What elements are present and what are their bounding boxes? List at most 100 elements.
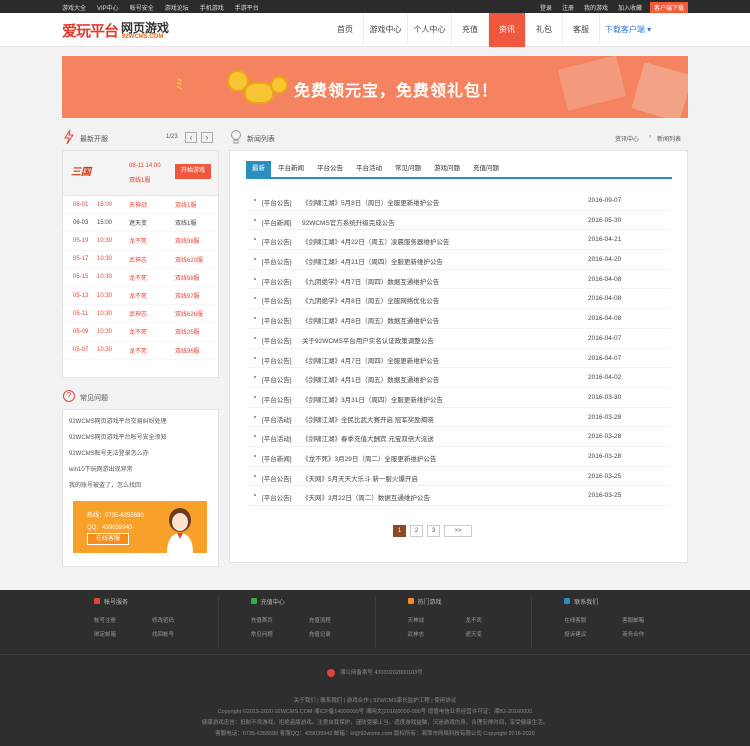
- footer-link[interactable]: 帐号注册: [94, 616, 116, 624]
- footer-link[interactable]: 武神志: [408, 630, 425, 638]
- nav-gifts[interactable]: 礼包: [526, 13, 563, 47]
- page-button[interactable]: 2: [410, 525, 423, 537]
- news-tab[interactable]: 平台公告: [311, 161, 349, 177]
- news-category[interactable]: [平台公告]: [262, 256, 292, 266]
- news-row[interactable]: [平台公告] 《天网》5月天天大乐斗 新一服火爆开启 2016-03-25: [250, 467, 670, 487]
- server-name[interactable]: 双线98服: [175, 273, 200, 282]
- server-name[interactable]: 双线97服: [175, 291, 200, 300]
- nav-game-center[interactable]: 游戏中心: [364, 13, 408, 47]
- news-row[interactable]: [平台公告] 《剑啸江湖》4月8日（周五）数据互通维护公告 2016-04-08: [250, 309, 670, 329]
- faq-item[interactable]: 我的账号被盗了，怎么找回: [69, 478, 218, 494]
- nav-news[interactable]: 资讯: [489, 13, 526, 47]
- news-row[interactable]: [平台公告] 《剑啸江湖》4月21日（周四）全服更新维护公告 2016-04-20: [250, 250, 670, 270]
- nav-home[interactable]: 首页: [327, 13, 364, 47]
- news-title-link[interactable]: 《剑啸江湖》4月7日（周四）全服更新维护公告: [302, 355, 439, 365]
- breadcrumb-news-center[interactable]: 资讯中心: [615, 134, 639, 143]
- news-category[interactable]: [平台新闻]: [262, 217, 292, 227]
- server-row[interactable]: 05-13 10:30 龙不死 双线97服: [63, 287, 218, 306]
- footer-link[interactable]: 遮天变: [466, 630, 483, 638]
- client-download-link[interactable]: 客户端下载: [649, 2, 688, 13]
- footer-link[interactable]: 天神战: [408, 616, 425, 624]
- my-games-link[interactable]: 我的游戏: [582, 3, 610, 12]
- top-link-security[interactable]: 帐号安全: [130, 3, 154, 12]
- nav-user-center[interactable]: 个人中心: [408, 13, 452, 47]
- news-title-link[interactable]: 《九阴绝学》4月7日（周四）数据互通维护公告: [302, 276, 439, 286]
- faq-item[interactable]: 92WCMS网页游戏平台帐号安全须知: [69, 430, 218, 446]
- top-link-mobile[interactable]: 手机游戏: [200, 3, 224, 12]
- news-tab[interactable]: 平台新闻: [272, 161, 310, 177]
- news-row[interactable]: [平台公告] 《剑啸江湖》5月8日（周日）全服更新维护公告 2016-09-07: [250, 191, 670, 211]
- footer-link[interactable]: 投诉建议: [564, 630, 586, 638]
- news-row[interactable]: [平台活动] 《剑啸江湖》全民比武大赛开启 冠军奖励揭晓 2016-03-28: [250, 408, 670, 428]
- footer-link[interactable]: 修改密码: [152, 616, 174, 624]
- news-tab[interactable]: 充值问题: [467, 161, 505, 177]
- news-title-link[interactable]: 《龙不死》3月29日（周二）全服更新维护公告: [302, 453, 436, 463]
- online-service-button[interactable]: 在线客服: [87, 533, 129, 545]
- server-game[interactable]: 武神志: [129, 255, 147, 264]
- login-link[interactable]: 登录: [538, 3, 554, 12]
- news-title-link[interactable]: 关于92WCMS平台用户实名认证政策调整公告: [302, 335, 434, 345]
- news-row[interactable]: [平台新闻] 《龙不死》3月29日（周二）全服更新维护公告 2016-03-28: [250, 447, 670, 467]
- server-game[interactable]: 武神志: [129, 309, 147, 318]
- top-link-vip[interactable]: VIP中心: [97, 3, 119, 12]
- register-link[interactable]: 注册: [560, 3, 576, 12]
- footer-links[interactable]: 关于我们 | 联系我们 | 游戏合作 | 92WCMS家长监护工程 | 使用协议: [0, 696, 750, 704]
- news-title-link[interactable]: 《天网》5月天天大乐斗 新一服火爆开启: [302, 473, 418, 483]
- faq-item[interactable]: 92WCMS网页游戏平台交易纠纷处理: [69, 414, 218, 430]
- next-page-button[interactable]: >>: [444, 525, 472, 537]
- nav-service[interactable]: 客服: [563, 13, 600, 47]
- game-logo[interactable]: 三国: [71, 159, 121, 187]
- server-name[interactable]: 双线626服: [175, 309, 203, 318]
- breadcrumb-news-list[interactable]: 新闻列表: [657, 134, 681, 143]
- server-name[interactable]: 双线96服: [175, 346, 200, 355]
- news-title-link[interactable]: 《九阴绝学》4月8日（周五）全服网络优化公告: [302, 295, 439, 305]
- nav-download[interactable]: 下载客户端 ▾: [600, 13, 656, 47]
- news-tab[interactable]: 游戏问题: [428, 161, 466, 177]
- news-title-link[interactable]: 《剑啸江湖》4月22日（周五）凌晨服务器维护公告: [302, 236, 449, 246]
- faq-item[interactable]: win10下玩网游出现异常: [69, 462, 218, 478]
- server-game[interactable]: 遮天变: [129, 218, 147, 227]
- news-category[interactable]: [平台公告]: [262, 197, 292, 207]
- news-row[interactable]: [平台公告] 关于92WCMS平台用户实名认证政策调整公告 2016-04-07: [250, 329, 670, 349]
- top-link-games[interactable]: 游戏大全: [62, 3, 86, 12]
- news-title-link[interactable]: 《剑啸江湖》5月8日（周日）全服更新维护公告: [302, 197, 439, 207]
- server-name[interactable]: 双线1服: [175, 218, 196, 227]
- news-category[interactable]: [平台公告]: [262, 236, 292, 246]
- server-name[interactable]: 双线25服: [175, 327, 200, 336]
- server-name[interactable]: 双线98服: [175, 236, 200, 245]
- server-game[interactable]: 龙不死: [129, 236, 147, 245]
- server-row[interactable]: 05-17 10:30 武神志 双线620服: [63, 251, 218, 269]
- news-category[interactable]: [平台新闻]: [262, 453, 292, 463]
- top-link-mobile-platform[interactable]: 手游平台: [235, 3, 259, 12]
- news-row[interactable]: [平台公告] 《剑啸江湖》4月1日（周五）数据互通维护公告 2016-04-02: [250, 368, 670, 388]
- news-category[interactable]: [平台公告]: [262, 492, 292, 502]
- footer-link[interactable]: 客服邮箱: [622, 616, 644, 624]
- site-logo[interactable]: 爱玩平台 网页游戏 92WCMS.COM: [62, 18, 182, 44]
- news-category[interactable]: [平台公告]: [262, 315, 292, 325]
- server-game[interactable]: 天神战: [129, 200, 147, 209]
- news-title-link[interactable]: 《剑啸江湖》春季充值大酬宾 元宝双倍大派送: [302, 433, 434, 443]
- favorite-link[interactable]: 加入收藏: [616, 3, 644, 12]
- news-row[interactable]: [平台公告] 《天网》3月22日（周二）数据互通维护公告 2016-03-25: [250, 486, 670, 506]
- footer-link[interactable]: 绑定邮箱: [94, 630, 116, 638]
- news-title-link[interactable]: 《剑啸江湖》全民比武大赛开启 冠军奖励揭晓: [302, 414, 434, 424]
- news-title-link[interactable]: 92WCMS官方系统升级完成公告: [302, 217, 395, 227]
- page-button[interactable]: 3: [427, 525, 440, 537]
- top-link-forum[interactable]: 游戏论坛: [165, 3, 189, 12]
- server-row[interactable]: 06-03 15:00 遮天变 双线1服: [63, 214, 218, 233]
- promo-banner[interactable]: ﾐ 免费领元宝，免费领礼包！: [62, 56, 688, 118]
- server-row[interactable]: 05-19 10:30 龙不死 双线98服: [63, 232, 218, 251]
- news-title-link[interactable]: 《剑啸江湖》4月21日（周四）全服更新维护公告: [302, 256, 443, 266]
- server-game[interactable]: 龙不死: [129, 273, 147, 282]
- server-row[interactable]: 08-01 15:00 天神战 双线1服: [63, 196, 218, 215]
- news-row[interactable]: [平台公告] 《剑啸江湖》4月22日（周五）凌晨服务器维护公告 2016-04-21: [250, 230, 670, 251]
- footer-link[interactable]: 在线客服: [564, 616, 586, 624]
- footer-link[interactable]: 商务合作: [622, 630, 644, 638]
- news-title-link[interactable]: 《剑啸江湖》3月31日（周四）全服更新维护公告: [302, 394, 443, 404]
- footer-link[interactable]: 充值首页: [251, 616, 273, 624]
- footer-link[interactable]: 常见问题: [251, 630, 273, 638]
- nav-recharge[interactable]: 充值: [452, 13, 489, 47]
- news-category[interactable]: [平台公告]: [262, 374, 292, 384]
- news-category[interactable]: [平台公告]: [262, 276, 292, 286]
- server-row[interactable]: 05-09 10:30 龙不死 双线25服: [63, 323, 218, 342]
